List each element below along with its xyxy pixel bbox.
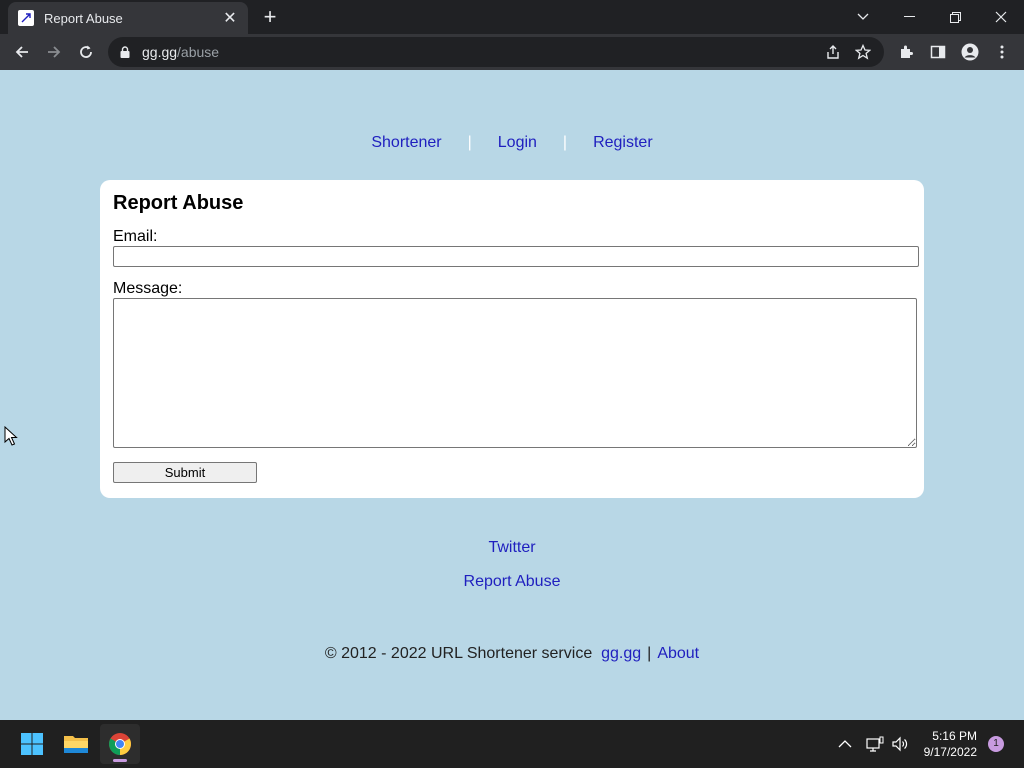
reload-button[interactable] [72, 38, 100, 66]
avatar-icon [961, 43, 979, 61]
file-explorer-button[interactable] [56, 724, 96, 764]
site-link[interactable]: gg.gg [601, 645, 641, 662]
volume-icon[interactable] [891, 720, 909, 768]
url-path: /abuse [177, 44, 220, 60]
chrome-taskbar-button[interactable] [100, 724, 140, 764]
about-link[interactable]: About [657, 645, 699, 662]
new-tab-button[interactable]: + [258, 6, 282, 28]
footer-report-abuse: Report Abuse [0, 573, 1024, 591]
nav-separator: | [562, 134, 568, 151]
restore-button[interactable] [932, 0, 978, 34]
close-icon [995, 11, 1007, 23]
footer-twitter: Twitter [0, 539, 1024, 557]
message-label: Message: [113, 280, 183, 297]
submit-button[interactable]: Submit [113, 462, 257, 483]
minimize-icon [903, 16, 915, 17]
report-abuse-link[interactable]: Report Abuse [464, 573, 561, 590]
arrow-left-icon [15, 46, 28, 58]
bookmark-star-icon[interactable] [850, 39, 876, 65]
share-icon[interactable] [820, 39, 846, 65]
tab-close-icon[interactable]: ✕ [222, 8, 238, 28]
browser-menu-button[interactable] [988, 38, 1016, 66]
folder-icon [64, 736, 88, 753]
message-field[interactable] [113, 298, 917, 448]
email-label: Email: [113, 228, 158, 245]
form-title: Report Abuse [113, 192, 244, 214]
profile-button[interactable] [956, 38, 984, 66]
side-panel-icon [930, 45, 946, 59]
twitter-link[interactable]: Twitter [488, 539, 535, 556]
copyright-text: © 2012 - 2022 URL Shortener service [324, 645, 593, 662]
puzzle-icon [901, 45, 913, 58]
show-hidden-icons-button[interactable] [838, 720, 852, 768]
site-favicon-icon [18, 10, 34, 26]
taskbar: 5:16 PM 9/17/2022 1 [0, 720, 1024, 768]
notification-badge[interactable]: 1 [988, 736, 1004, 752]
email-field[interactable] [113, 246, 919, 267]
forward-button[interactable] [40, 38, 68, 66]
nav-login-link[interactable]: Login [498, 134, 537, 151]
copyright-line: © 2012 - 2022 URL Shortener service gg.g… [0, 645, 1024, 663]
reload-icon [80, 45, 92, 58]
browser-toolbar: gg.gg/abuse [0, 34, 1024, 70]
extensions-button[interactable] [892, 38, 920, 66]
footer-separator: | [647, 645, 652, 662]
tab-search-button[interactable] [840, 0, 886, 34]
kebab-menu-icon [1000, 45, 1004, 59]
restore-icon [949, 11, 961, 23]
active-indicator [113, 759, 127, 762]
top-nav: Shortener | Login | Register [0, 134, 1024, 152]
clock-date: 9/17/2022 [923, 745, 977, 759]
chrome-icon [109, 733, 131, 755]
tab-title: Report Abuse [44, 10, 123, 26]
arrow-right-icon [48, 46, 61, 58]
page-content: Shortener | Login | Register Report Abuse Em… [0, 70, 1024, 720]
back-button[interactable] [8, 38, 36, 66]
nav-register-link[interactable]: Register [593, 134, 653, 151]
url-host: gg.gg [142, 44, 178, 60]
network-icon[interactable] [866, 720, 884, 768]
chevron-up-icon [838, 740, 852, 748]
start-button[interactable] [12, 724, 52, 764]
clock-time: 5:16 PM [932, 729, 977, 743]
browser-titlebar: Report Abuse ✕ + [0, 0, 1024, 34]
chevron-down-icon [857, 13, 869, 20]
windows-logo-icon [21, 733, 43, 755]
side-panel-button[interactable] [924, 38, 952, 66]
report-abuse-form: Report Abuse Email: Message: Submit [100, 180, 924, 498]
nav-separator: | [467, 134, 472, 151]
lock-icon[interactable] [120, 46, 130, 58]
minimize-button[interactable] [886, 0, 932, 34]
close-window-button[interactable] [978, 0, 1024, 34]
nav-shortener-link[interactable]: Shortener [371, 134, 441, 151]
address-bar[interactable]: gg.gg/abuse [108, 37, 884, 67]
mouse-cursor-icon [4, 425, 18, 451]
taskbar-clock[interactable]: 5:16 PM 9/17/2022 [924, 728, 977, 760]
browser-tab[interactable]: Report Abuse ✕ [8, 2, 248, 34]
